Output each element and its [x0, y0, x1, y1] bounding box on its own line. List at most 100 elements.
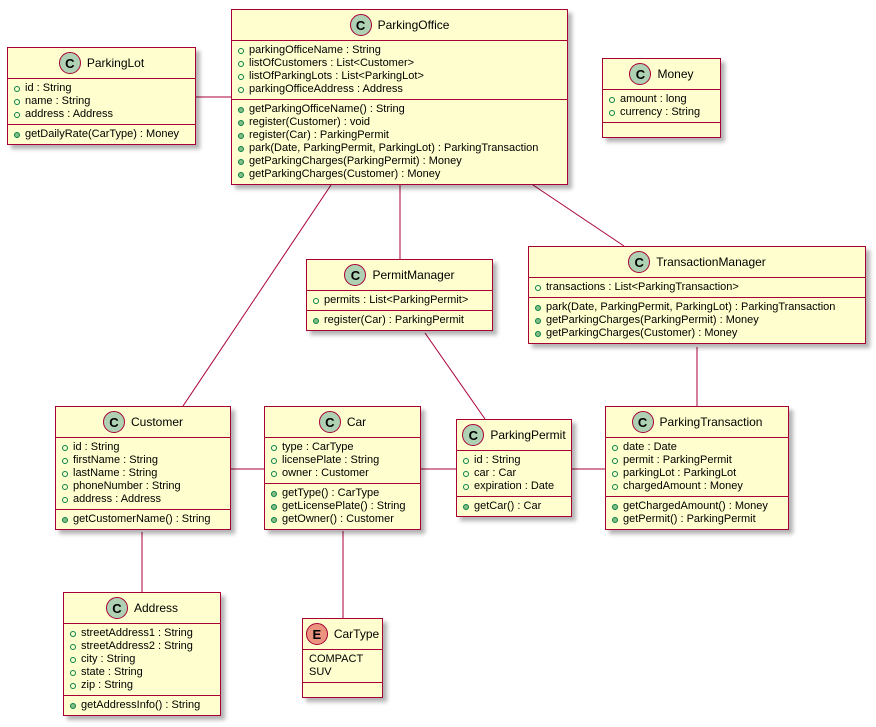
- public-method-icon: [271, 503, 277, 510]
- public-method-icon: [62, 516, 68, 523]
- methods-section: getCar() : Car: [457, 497, 571, 516]
- method-text: getOwner() : Customer: [282, 513, 394, 525]
- class-name: Address: [133, 601, 179, 615]
- method: getParkingCharges(Customer) : Money: [535, 327, 859, 340]
- class-header: C ParkingPermit: [457, 420, 571, 451]
- public-field-icon: [62, 470, 68, 477]
- class-ParkingLot[interactable]: C ParkingLot id : String name : String addre…: [7, 47, 196, 145]
- methods-section: getAddressInfo() : String: [64, 696, 220, 715]
- public-method-icon: [271, 516, 277, 523]
- class-header: C Address: [64, 593, 220, 624]
- class-Customer[interactable]: C Customer id : String firstName : String la…: [55, 406, 231, 530]
- class-TransactionManager[interactable]: C TransactionManager transactions : List<P…: [528, 246, 866, 344]
- field: address : Address: [14, 108, 189, 121]
- method-text: register(Customer) : void: [249, 116, 371, 128]
- field: parkingOfficeAddress : Address: [238, 83, 561, 96]
- methods-section: getChargedAmount() : Money getPermit() : …: [606, 497, 788, 529]
- public-method-icon: [463, 503, 469, 510]
- method: register(Customer) : void: [238, 116, 561, 129]
- public-field-icon: [463, 483, 469, 490]
- field-text: zip : String: [81, 679, 133, 691]
- public-method-icon: [612, 516, 618, 523]
- method-text: getChargedAmount() : Money: [623, 500, 768, 512]
- method-text: getParkingCharges(ParkingPermit) : Money: [249, 155, 462, 167]
- method: park(Date, ParkingPermit, ParkingLot) : …: [238, 142, 561, 155]
- field: state : String: [70, 666, 214, 679]
- public-field-icon: [271, 470, 277, 477]
- field-text: city : String: [81, 653, 136, 665]
- class-header: E CarType: [303, 619, 382, 650]
- methods-section: park(Date, ParkingPermit, ParkingLot) : …: [529, 298, 865, 343]
- public-field-icon: [313, 297, 319, 304]
- class-header: C Customer: [56, 407, 230, 438]
- fields-section: id : String car : Car expiration : Date: [457, 451, 571, 497]
- field-text: transactions : List<ParkingTransaction>: [546, 281, 739, 293]
- public-field-icon: [535, 284, 541, 291]
- class-name: CarType: [333, 627, 380, 641]
- association-PermitManager-ParkingPermit: [424, 332, 486, 420]
- public-method-icon: [313, 317, 319, 324]
- field-text: currency : String: [620, 106, 701, 118]
- class-header: C TransactionManager: [529, 247, 865, 278]
- fields-section: id : String firstName : String lastName : …: [56, 438, 230, 510]
- field-text: id : String: [25, 82, 72, 94]
- public-field-icon: [70, 630, 76, 637]
- field-text: parkingOfficeName : String: [249, 44, 381, 56]
- method-text: park(Date, ParkingPermit, ParkingLot) : …: [546, 301, 836, 313]
- class-ParkingPermit[interactable]: C ParkingPermit id : String car : Car expira…: [456, 419, 572, 517]
- field: listOfParkingLots : List<ParkingLot>: [238, 70, 561, 83]
- class-Money[interactable]: C Money amount : long currency : String: [602, 58, 721, 138]
- field-text: parkingLot : ParkingLot: [623, 467, 737, 479]
- field: amount : long: [609, 93, 714, 106]
- field: streetAddress1 : String: [70, 627, 214, 640]
- field: parkingLot : ParkingLot: [612, 467, 782, 480]
- enum-constants: COMPACT SUV: [303, 650, 382, 683]
- field: type : CarType: [271, 441, 414, 454]
- class-icon: C: [628, 251, 651, 273]
- field-text: name : String: [25, 95, 91, 107]
- public-method-icon: [535, 304, 541, 311]
- field: id : String: [62, 441, 224, 454]
- fields-section: id : String name : String address : Addres…: [8, 79, 195, 125]
- method: getParkingCharges(ParkingPermit) : Money: [535, 314, 859, 327]
- field-text: lastName : String: [73, 467, 158, 479]
- field-text: date : Date: [623, 441, 677, 453]
- field: listOfCustomers : List<Customer>: [238, 57, 561, 70]
- class-name: PermitManager: [372, 268, 455, 282]
- field: streetAddress2 : String: [70, 640, 214, 653]
- enum-icon: E: [305, 623, 328, 645]
- method: getParkingCharges(ParkingPermit) : Money: [238, 155, 561, 168]
- public-field-icon: [62, 496, 68, 503]
- fields-section: permits : List<ParkingPermit>: [307, 291, 492, 311]
- methods-section: getParkingOfficeName() : String register(…: [232, 100, 567, 184]
- public-field-icon: [609, 109, 615, 116]
- method: getChargedAmount() : Money: [612, 500, 782, 513]
- field-text: id : String: [474, 454, 521, 466]
- field: permits : List<ParkingPermit>: [313, 294, 486, 307]
- public-field-icon: [62, 483, 68, 490]
- method: register(Car) : ParkingPermit: [313, 314, 486, 327]
- field-text: listOfParkingLots : List<ParkingLot>: [249, 70, 424, 82]
- field: permit : ParkingPermit: [612, 454, 782, 467]
- association-ParkingOffice-TransactionManager: [532, 184, 625, 247]
- class-icon: C: [462, 424, 485, 446]
- field: car : Car: [463, 467, 565, 480]
- method-text: getParkingOfficeName() : String: [249, 103, 405, 115]
- public-field-icon: [62, 444, 68, 451]
- field: lastName : String: [62, 467, 224, 480]
- class-Address[interactable]: C Address streetAddress1 : String streetAdd…: [63, 592, 221, 716]
- method-text: getParkingCharges(ParkingPermit) : Money: [546, 314, 759, 326]
- public-method-icon: [14, 131, 20, 138]
- method: getCar() : Car: [463, 500, 565, 513]
- field: expiration : Date: [463, 480, 565, 493]
- class-icon: C: [58, 52, 81, 74]
- public-field-icon: [609, 96, 615, 103]
- field: owner : Customer: [271, 467, 414, 480]
- public-method-icon: [238, 119, 244, 126]
- class-ParkingOffice[interactable]: C ParkingOffice parkingOfficeName : String…: [231, 9, 568, 185]
- class-Car[interactable]: C Car type : CarType licensePlate : String o…: [264, 406, 421, 530]
- class-PermitManager[interactable]: C PermitManager permits : List<ParkingPerm…: [306, 259, 493, 331]
- class-ParkingTransaction[interactable]: C ParkingTransaction date : Date permit : P…: [605, 406, 789, 530]
- class-CarType[interactable]: E CarType COMPACT SUV: [302, 618, 383, 698]
- field-text: expiration : Date: [474, 480, 555, 492]
